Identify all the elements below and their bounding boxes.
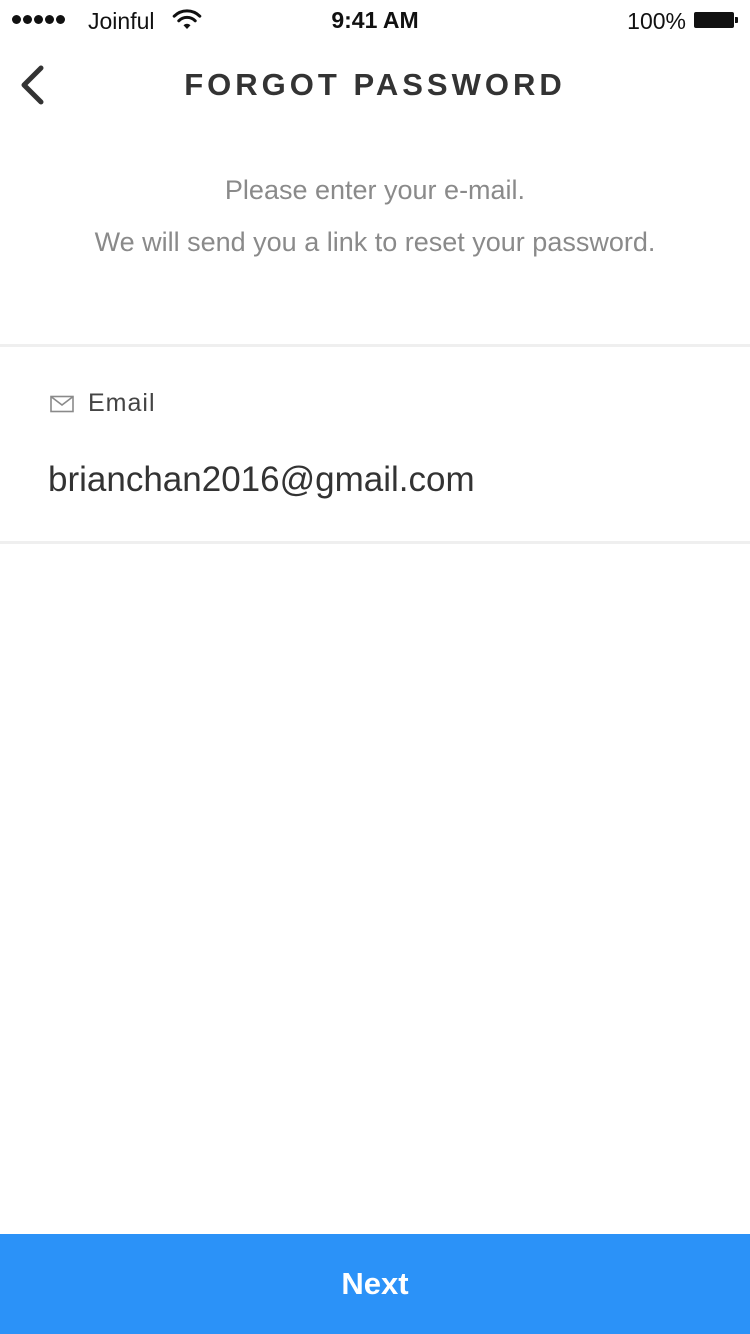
email-label: Email — [88, 389, 156, 417]
status-bar: Joinful 9:41 AM 100% — [0, 0, 750, 40]
next-button[interactable]: Next — [0, 1234, 750, 1334]
instructions: Please enter your e-mail. We will send y… — [0, 168, 750, 264]
page-title: FORGOT PASSWORD — [184, 67, 566, 102]
nav-bar: FORGOT PASSWORD — [0, 40, 750, 128]
battery-percent: 100% — [627, 8, 686, 34]
instruction-line-2: We will send you a link to reset your pa… — [94, 227, 656, 257]
email-field-section: Email — [0, 344, 750, 544]
battery-icon — [694, 12, 738, 28]
email-label-row: Email — [50, 389, 156, 418]
instruction-line-1: Please enter your e-mail. — [224, 175, 526, 205]
mail-icon — [50, 395, 74, 412]
email-field[interactable] — [48, 455, 698, 505]
